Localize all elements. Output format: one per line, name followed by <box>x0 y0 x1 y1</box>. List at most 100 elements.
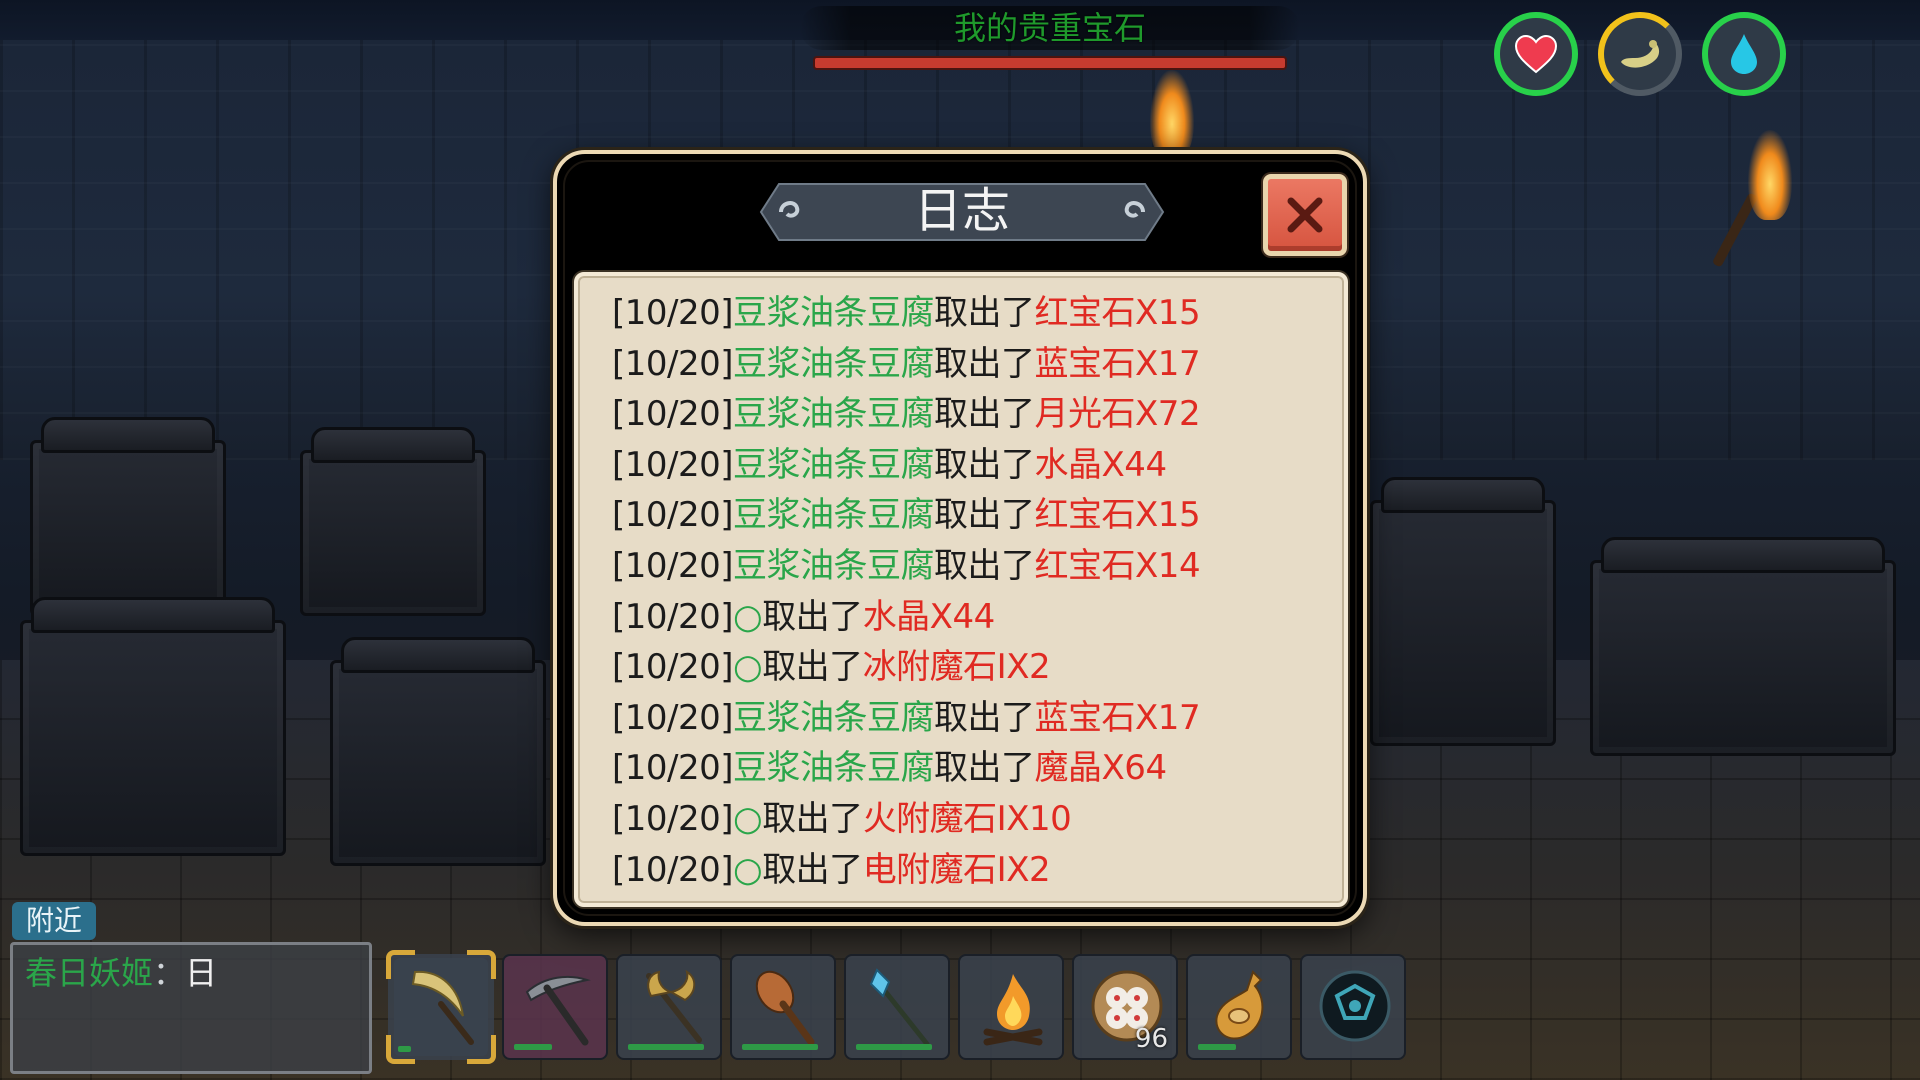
log-player: 豆浆油条豆腐 <box>733 545 935 586</box>
log-entry: [10/20]豆浆油条豆腐取出了月光石X72 <box>612 389 1344 440</box>
log-entry: [10/20]豆浆油条豆腐取出了水晶X44 <box>612 440 1344 491</box>
wooden-crate <box>300 427 486 616</box>
durability-bar <box>856 1044 932 1050</box>
durability-bar <box>514 1044 552 1050</box>
log-action: 取出了 <box>934 697 1035 738</box>
log-item: 蓝宝石X17 <box>1034 343 1201 384</box>
log-item: 冰附魔石IX2 <box>862 647 1051 688</box>
log-item: 红宝石X15 <box>1034 495 1201 536</box>
campfire-icon <box>983 974 1043 1046</box>
wooden-crate <box>30 417 226 616</box>
log-player: 豆浆油条豆腐 <box>733 343 935 384</box>
log-action: 取出了 <box>762 647 863 688</box>
log-date: [10/20] <box>612 495 734 536</box>
log-date: [10/20] <box>612 748 734 789</box>
hotbar-slot-2[interactable] <box>502 954 608 1060</box>
log-date: [10/20] <box>612 697 734 738</box>
wooden-crate <box>1370 477 1556 746</box>
log-action: 取出了 <box>762 596 863 637</box>
log-entry: [10/20]豆浆油条豆腐取出了蓝宝石X17 <box>612 339 1344 390</box>
chat-box[interactable]: 春日妖姬：日 <box>10 942 372 1074</box>
log-player: ○ <box>733 647 763 688</box>
chat-sender: 春日妖姬 <box>25 954 154 992</box>
chat-text: 日 <box>185 954 218 992</box>
log-item: 红宝石X14 <box>1034 545 1201 586</box>
torch-flame <box>1748 130 1792 220</box>
log-item: 蓝宝石X17 <box>1034 697 1201 738</box>
scythe-icon <box>411 970 474 1045</box>
log-entry: [10/20]豆浆油条豆腐取出了红宝石X14 <box>612 541 1344 592</box>
log-action: 取出了 <box>934 293 1035 333</box>
log-entry: [10/20]○取出了火附魔石IX10 <box>612 794 1344 845</box>
hotbar-slot-1[interactable] <box>386 950 496 1064</box>
close-icon <box>1287 197 1323 233</box>
log-date: [10/20] <box>612 293 734 333</box>
hotbar-slot-3[interactable] <box>616 954 722 1060</box>
wooden-crate <box>20 597 286 856</box>
durability-bar <box>628 1044 704 1050</box>
health-meter <box>1494 12 1578 96</box>
quest-banner: 我的贵重宝石 <box>800 6 1300 50</box>
durability-bar <box>398 1046 411 1052</box>
log-list[interactable]: [10/20]豆浆油条豆腐取出了红宝石X15 [10/20]豆浆油条豆腐取出了蓝… <box>574 272 1348 907</box>
log-item: 月光石X72 <box>1034 394 1201 435</box>
water-gourd-icon <box>1215 970 1264 1040</box>
log-action: 取出了 <box>934 343 1035 384</box>
log-entry: [10/20]豆浆油条豆腐取出了红宝石X15 <box>612 490 1344 541</box>
hotbar-slot-9[interactable] <box>1300 954 1406 1060</box>
log-date: [10/20] <box>612 596 734 637</box>
torch-flame <box>1150 70 1194 160</box>
log-date: [10/20] <box>612 798 734 839</box>
chat-separator: ： <box>153 954 186 992</box>
log-item: 电附魔石IX2 <box>862 849 1051 890</box>
hunger-meter <box>1598 12 1682 96</box>
hotbar-slot-8[interactable] <box>1186 954 1292 1060</box>
hotbar-slot-5[interactable] <box>844 954 950 1060</box>
log-date: [10/20] <box>612 444 734 485</box>
log-player: 豆浆油条豆腐 <box>733 444 935 485</box>
crystal-staff-icon <box>869 968 930 1047</box>
hotbar-slot-7[interactable]: 96 <box>1072 954 1178 1060</box>
log-item: 水晶X44 <box>862 596 996 637</box>
log-entry: [10/20]豆浆油条豆腐取出了蓝宝石X17 <box>612 693 1344 744</box>
torch-stick <box>1711 192 1759 268</box>
log-action: 取出了 <box>934 444 1035 485</box>
log-entry: [10/20]豆浆油条豆腐取出了红宝石X15 <box>612 288 1344 339</box>
log-player: ○ <box>733 596 763 637</box>
log-player: 豆浆油条豆腐 <box>733 697 935 738</box>
club-icon <box>755 970 815 1046</box>
log-action: 取出了 <box>934 495 1035 536</box>
pickaxe-icon <box>525 975 591 1046</box>
log-player: 豆浆油条豆腐 <box>733 495 935 536</box>
chat-tab-nearby[interactable]: 附近 <box>12 902 96 940</box>
hotbar-slot-6[interactable] <box>958 954 1064 1060</box>
battle-axe-icon <box>646 969 702 1043</box>
durability-bar <box>1198 1044 1236 1050</box>
log-player: 豆浆油条豆腐 <box>733 293 935 333</box>
title-plate: 日志 <box>757 180 1167 244</box>
log-date: [10/20] <box>612 647 734 688</box>
log-player: ○ <box>733 798 763 839</box>
durability-bar <box>742 1044 818 1050</box>
quest-title: 我的贵重宝石 <box>953 9 1146 47</box>
log-item: 水晶X44 <box>1034 444 1168 485</box>
log-date: [10/20] <box>612 343 734 384</box>
wooden-crate <box>330 637 546 866</box>
food-icon <box>1621 40 1660 68</box>
log-entry: [10/20]○取出了水晶X44 <box>612 592 1344 643</box>
quest-progress-bar <box>815 58 1285 68</box>
log-item: 红宝石X15 <box>1034 293 1201 333</box>
log-action: 取出了 <box>762 798 863 839</box>
log-entry: [10/20]豆浆油条豆腐取出了魔晶X64 <box>612 743 1344 794</box>
log-dialog: 日志 [10/20]豆浆油条豆腐取出了红宝石X15 [10/20]豆浆油条豆腐取… <box>553 150 1367 926</box>
thirst-meter <box>1702 12 1786 96</box>
log-item: 火附魔石IX10 <box>862 798 1072 839</box>
log-entry: [10/20]○取出了冰附魔石IX2 <box>612 642 1344 693</box>
log-date: [10/20] <box>612 394 734 435</box>
log-item: 魔晶X64 <box>1034 748 1168 789</box>
log-player: 豆浆油条豆腐 <box>733 394 935 435</box>
hotbar-slot-4[interactable] <box>730 954 836 1060</box>
log-date: [10/20] <box>612 545 734 586</box>
item-count: 96 <box>1134 1024 1168 1054</box>
close-button[interactable] <box>1263 174 1347 256</box>
